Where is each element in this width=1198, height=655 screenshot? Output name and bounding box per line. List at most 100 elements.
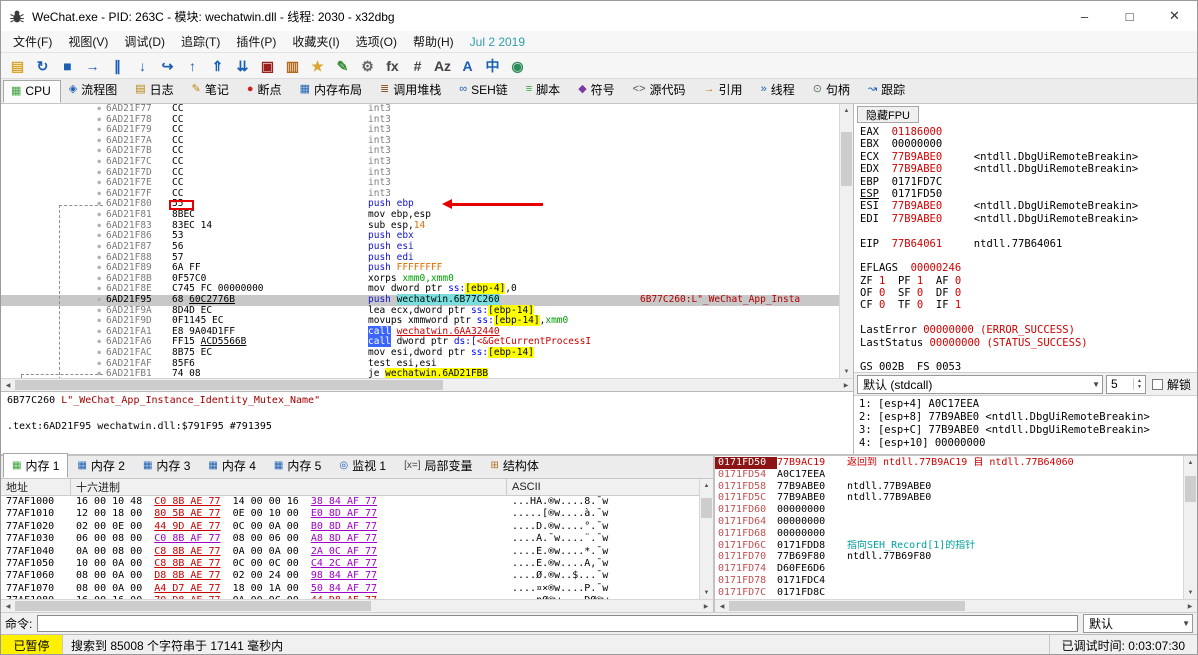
stack-row[interactable]: 0171FD6C 0171FDD8 指向SEH_Record[1]的指针 (715, 540, 1183, 552)
breakpoint-dot-icon[interactable]: ● (1, 316, 106, 327)
register-row[interactable]: EDI 77B9ABE0 <ntdll.DbgUiRemoteBreakin> (860, 213, 1197, 225)
scrollbar-thumb[interactable] (701, 497, 712, 519)
breakpoint-dot-icon[interactable]: ● (1, 348, 106, 359)
breakpoint-dot-icon[interactable]: ● (1, 284, 106, 295)
register-row[interactable]: EBP 0171FD7C (860, 176, 1197, 188)
breakpoint-dot-icon[interactable]: ● (1, 306, 106, 317)
tab-dump3[interactable]: ▦ 内存 3 (134, 453, 199, 478)
stack-vscrollbar[interactable]: ▲ ▼ (1183, 456, 1197, 599)
argument-row[interactable]: 1: [esp+4] A0C17EEA (859, 398, 1192, 411)
breakpoint-dot-icon[interactable]: ● (1, 295, 106, 306)
tab-cpu[interactable]: ▦ CPU (3, 80, 61, 103)
scrollbar-track[interactable] (1184, 469, 1197, 586)
tab-dump1[interactable]: ▦ 内存 1 (3, 453, 69, 478)
scrollbar-thumb[interactable] (729, 601, 966, 611)
scroll-up-icon[interactable]: ▲ (700, 479, 713, 492)
menu-item-trace[interactable]: 追踪(T) (173, 31, 228, 52)
command-profile-select[interactable]: 默认 ▼ (1083, 614, 1193, 633)
scrollbar-track[interactable] (840, 117, 853, 365)
find-strings-button[interactable]: A (455, 55, 480, 77)
register-row[interactable] (860, 312, 1197, 324)
menu-item-view[interactable]: 视图(V) (60, 31, 116, 52)
stack-row[interactable]: 0171FD54 A0C17EEA (715, 469, 1183, 481)
register-row[interactable]: ZF 1 PF 1 AF 0 (860, 275, 1197, 287)
argument-row[interactable]: 3: [esp+C] 77B9ABE0 <ntdll.DbgUiRemoteBr… (859, 424, 1192, 437)
arg-count-stepper[interactable]: 5 ▲ ▼ (1105, 374, 1146, 394)
dump-row[interactable]: 77AF1050 10 00 0A 00 C8 8B AE 77 0C 00 0C… (1, 558, 699, 570)
trace-record-button[interactable]: ▣ (255, 55, 280, 77)
restart-button[interactable]: ↻ (30, 55, 55, 77)
tab-breakpoints[interactable]: ● 断点 (239, 77, 292, 103)
hide-fpu-button[interactable]: 隐藏FPU (857, 106, 919, 123)
tab-symbols[interactable]: ◆ 符号 (570, 77, 624, 103)
scroll-left-icon[interactable]: ◀ (715, 600, 729, 612)
patches-button[interactable]: ▥ (280, 55, 305, 77)
scroll-down-icon[interactable]: ▼ (840, 365, 853, 378)
stack-row[interactable]: 0171FD50 77B9AC19 返回到 ntdll.77B9AC19 自 ntd… (715, 457, 1183, 469)
argument-row[interactable]: 2: [esp+8] 77B9ABE0 <ntdll.DbgUiRemoteBr… (859, 411, 1192, 424)
stack-row[interactable]: 0171FD70 77B69F80 ntdll.77B69F80 (715, 551, 1183, 563)
scroll-up-icon[interactable]: ▲ (1184, 456, 1197, 469)
tab-notes[interactable]: ✎ 笔记 (184, 77, 239, 103)
tab-trace[interactable]: ↝ 跟踪 (860, 77, 915, 103)
menu-item-options[interactable]: 选项(O) (348, 31, 405, 52)
breakpoint-dot-icon[interactable]: ● (1, 157, 106, 168)
chinese-font-button[interactable]: 中 (480, 55, 505, 77)
tab-log[interactable]: ▤ 日志 (127, 77, 183, 103)
tab-graph[interactable]: ◈ 流程图 (61, 77, 127, 103)
step-into-button[interactable]: ↓ (130, 55, 155, 77)
register-row[interactable]: ECX 77B9ABE0 <ntdll.DbgUiRemoteBreakin> (860, 151, 1197, 163)
breakpoint-dot-icon[interactable]: ● (1, 136, 106, 147)
tab-references[interactable]: → 引用 (696, 77, 753, 103)
tab-handles[interactable]: ⊙ 句柄 (805, 77, 860, 103)
breakpoint-dot-icon[interactable]: ● (1, 146, 106, 157)
stack-row[interactable]: 0171FD7C 0171FD8C (715, 587, 1183, 599)
register-row[interactable]: OF 0 SF 0 DF 0 (860, 287, 1197, 299)
tab-dump2[interactable]: ▦ 内存 2 (68, 453, 133, 478)
breakpoint-dot-icon[interactable]: ● (1, 221, 106, 232)
dump-row[interactable]: 77AF1060 08 00 0A 00 D8 8B AE 77 02 00 24… (1, 570, 699, 582)
stack-hscrollbar[interactable]: ◀ ▶ (715, 599, 1197, 612)
scrollbar-thumb[interactable] (15, 601, 371, 611)
scrollbar-thumb[interactable] (1185, 476, 1196, 502)
tab-struct[interactable]: ⊞ 结构体 (482, 453, 548, 478)
disassembly-vscrollbar[interactable]: ▲ ▼ (839, 104, 853, 378)
world-button[interactable]: ◉ (505, 55, 530, 77)
hash-button[interactable]: # (405, 55, 430, 77)
calling-convention-select[interactable]: 默认 (stdcall) ▼ (857, 374, 1103, 394)
register-row[interactable]: ESI 77B9ABE0 <ntdll.DbgUiRemoteBreakin> (860, 200, 1197, 212)
scrollbar-track[interactable] (729, 600, 1183, 612)
breakpoint-dot-icon[interactable]: ● (1, 242, 106, 253)
scroll-up-icon[interactable]: ▲ (840, 104, 853, 117)
register-row[interactable] (860, 225, 1197, 237)
tab-watch1[interactable]: ◎ 监视 1 (330, 453, 395, 478)
scroll-right-icon[interactable]: ▶ (1183, 600, 1197, 612)
tab-source[interactable]: <> 源代码 (625, 77, 696, 103)
scrollbar-track[interactable] (700, 492, 713, 586)
register-row[interactable]: EAX 01186000 (860, 126, 1197, 138)
scroll-down-icon[interactable]: ▼ (1184, 586, 1197, 599)
dump-hscrollbar[interactable]: ◀ ▶ (1, 599, 713, 612)
tab-threads[interactable]: » 线程 (753, 77, 805, 103)
dump-row[interactable]: 77AF1030 06 00 08 00 C0 8B AF 77 08 00 06… (1, 533, 699, 545)
breakpoint-dot-icon[interactable]: ● (1, 359, 106, 370)
register-row[interactable]: LastError 00000000 (ERROR_SUCCESS) (860, 324, 1197, 336)
breakpoint-dot-icon[interactable]: ● (1, 274, 106, 285)
breakpoint-dot-icon[interactable]: ● (1, 104, 106, 115)
register-row[interactable]: EBX 00000000 (860, 138, 1197, 150)
argument-row[interactable]: 4: [esp+10] 00000000 (859, 437, 1192, 450)
scrollbar-track[interactable] (15, 600, 699, 612)
tab-locals[interactable]: [x=] 局部变量 (395, 453, 481, 478)
menu-item-debug[interactable]: 调试(D) (116, 31, 173, 52)
stack-row[interactable]: 0171FD58 77B9ABE0 ntdll.77B9ABE0 (715, 481, 1183, 493)
dump-row[interactable]: 77AF1070 08 00 0A 00 A4 D7 AE 77 18 00 1A… (1, 583, 699, 595)
scroll-down-icon[interactable]: ▼ (700, 586, 713, 599)
maximize-button[interactable]: □ (1107, 1, 1152, 31)
menu-item-plugins[interactable]: 插件(P) (228, 31, 284, 52)
comment-button[interactable]: ✎ (330, 55, 355, 77)
stack-row[interactable]: 0171FD5C 77B9ABE0 ntdll.77B9ABE0 (715, 492, 1183, 504)
register-row[interactable]: EDX 77B9ABE0 <ntdll.DbgUiRemoteBreakin> (860, 163, 1197, 175)
step-over-button[interactable]: ↪ (155, 55, 180, 77)
scrollbar-track[interactable] (15, 379, 839, 391)
breakpoint-dot-icon[interactable]: ● (1, 168, 106, 179)
